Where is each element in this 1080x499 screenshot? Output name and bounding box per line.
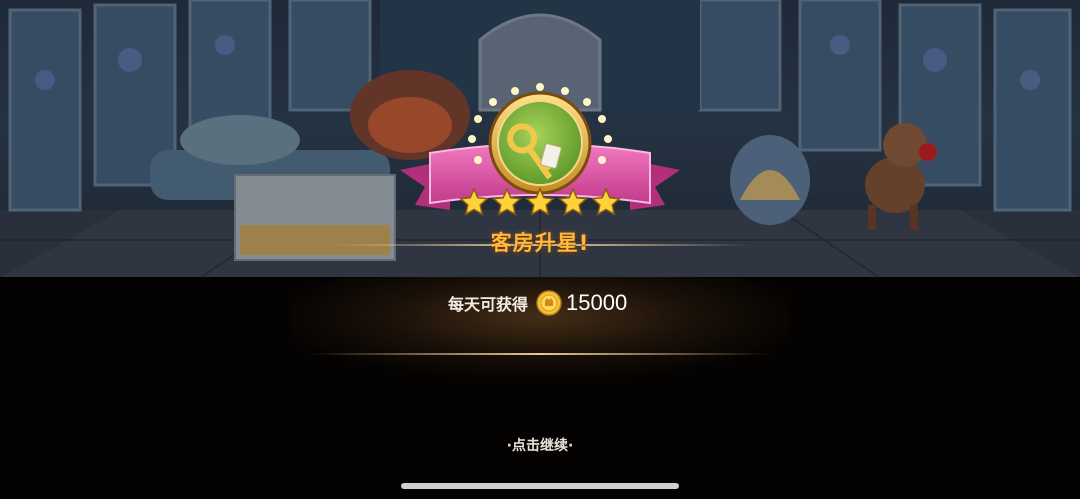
reward-label: 每天可获得	[448, 295, 529, 314]
reward-amount: 15000	[566, 290, 628, 315]
popup-title: 客房升星!	[490, 231, 590, 255]
divider-bottom	[310, 353, 770, 355]
daily-reward: 每天可获得 15000	[440, 287, 660, 319]
tap-to-continue-area[interactable]: 客房升星! 每天可获得 15000 ·点击继续·	[0, 0, 1080, 499]
continue-hint[interactable]: ·点击继续·	[440, 435, 640, 455]
gold-coin-icon	[536, 290, 562, 316]
room-badge	[395, 75, 685, 235]
home-indicator[interactable]	[401, 483, 679, 489]
